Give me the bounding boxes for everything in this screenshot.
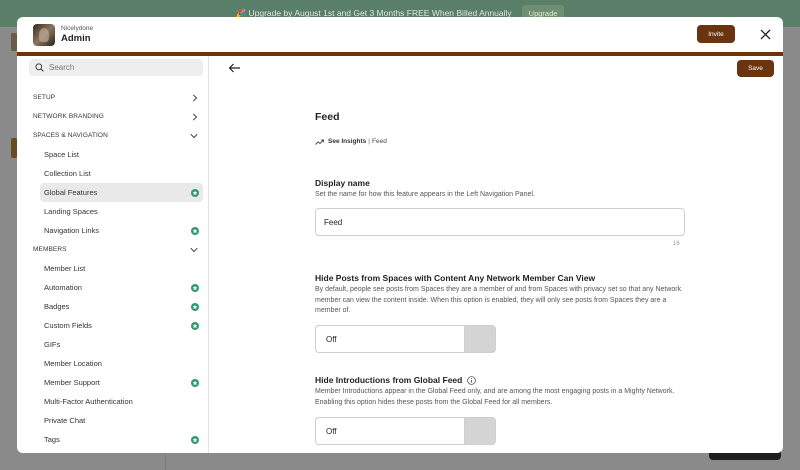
search-icon xyxy=(35,63,44,72)
sidebar-item-member-support[interactable]: Member Support xyxy=(40,373,203,392)
insights-label: See Insights xyxy=(328,138,367,145)
chevron-down-icon xyxy=(190,247,198,252)
chevron-right-icon xyxy=(192,112,198,121)
sidebar-item-label: Global Features xyxy=(44,188,98,197)
back-button[interactable] xyxy=(227,62,241,74)
sidebar-item-label: GIFs xyxy=(44,340,61,349)
hide-posts-toggle[interactable]: Off xyxy=(315,325,496,353)
insights-link[interactable]: See Insights | Feed xyxy=(315,138,387,145)
sidebar-item-label: Member List xyxy=(44,264,86,273)
sidebar-item-global-features[interactable]: Global Features xyxy=(40,183,203,202)
brand: Nicelydone Admin xyxy=(61,25,93,44)
hide-intros-label: Hide Introductions from Global Feed xyxy=(315,375,463,385)
background-divider xyxy=(165,453,166,470)
hide-intros-toggle[interactable]: Off xyxy=(315,417,496,445)
new-badge-icon xyxy=(191,302,199,311)
admin-modal: Nicelydone Admin Invite SETUP NETWORK BRA… xyxy=(17,17,783,453)
sidebar-section-members[interactable]: MEMBERS xyxy=(17,240,208,259)
search-box[interactable] xyxy=(29,59,203,76)
role-label: Admin xyxy=(61,33,91,44)
chevron-down-icon xyxy=(190,133,198,138)
sidebar-item-gifs[interactable]: GIFs xyxy=(40,335,203,354)
arrow-left-icon xyxy=(228,63,240,73)
new-badge-icon xyxy=(191,321,199,330)
info-icon[interactable] xyxy=(467,375,477,385)
hide-intros-help: Member Introductions appear in the Globa… xyxy=(315,388,675,406)
sidebar-item-label: Member Support xyxy=(44,378,100,387)
sidebar-item-label: Navigation Links xyxy=(44,226,100,235)
sidebar-item-member-list[interactable]: Member List xyxy=(40,259,203,278)
hide-posts-toggle-off[interactable]: Off xyxy=(316,326,465,352)
sidebar-section-label: SPACES & NAVIGATION xyxy=(33,132,108,139)
sidebar-section-label: NETWORK BRANDING xyxy=(33,113,104,120)
modal-header: Nicelydone Admin Invite xyxy=(17,17,783,52)
network-name: Nicelydone xyxy=(61,25,94,32)
sidebar-item-label: Collection List xyxy=(44,169,91,178)
chevron-right-icon xyxy=(192,93,198,102)
main-panel: Save Feed See Insights | Feed Display na… xyxy=(210,56,783,453)
display-name-input[interactable] xyxy=(315,208,685,236)
sidebar-item-label: Private Chat xyxy=(44,416,86,425)
sidebar-section-network-branding[interactable]: NETWORK BRANDING xyxy=(17,107,208,126)
sidebar-item-label: Tags xyxy=(44,435,60,444)
sidebar-item-private-chat[interactable]: Private Chat xyxy=(40,411,203,430)
display-name-help: Set the name for how this feature appear… xyxy=(315,191,535,198)
sidebar-item-landing-spaces[interactable]: Landing Spaces xyxy=(40,202,203,221)
sidebar-section-setup[interactable]: SETUP xyxy=(17,88,208,107)
sidebar-item-navigation-links[interactable]: Navigation Links xyxy=(40,221,203,240)
sidebar-item-label: Multi-Factor Authentication xyxy=(44,397,133,406)
display-name-label: Display name xyxy=(315,178,370,188)
hide-intros-label-row: Hide Introductions from Global Feed xyxy=(315,375,477,385)
sidebar-item-label: Landing Spaces xyxy=(44,207,98,216)
settings-sidebar: SETUP NETWORK BRANDING SPACES & NAVIGATION… xyxy=(17,56,209,453)
sidebar-item-multi-factor-authentication[interactable]: Multi-Factor Authentication xyxy=(40,392,203,411)
sidebar-item-label: Custom Fields xyxy=(44,321,92,330)
invite-button[interactable]: Invite xyxy=(697,25,735,43)
sidebar-item-custom-fields[interactable]: Custom Fields xyxy=(40,316,203,335)
network-avatar xyxy=(33,23,55,46)
hide-posts-label: Hide Posts from Spaces with Content Any … xyxy=(315,273,596,283)
sidebar-section-label: SETUP xyxy=(33,94,56,101)
new-badge-icon xyxy=(191,226,199,235)
sidebar-section-spaces-navigation[interactable]: SPACES & NAVIGATION xyxy=(17,126,208,145)
page-title: Feed xyxy=(315,111,340,123)
sidebar-item-tags[interactable]: Tags xyxy=(40,430,203,449)
insights-separator: | xyxy=(368,138,370,145)
hide-intros-toggle-off[interactable]: Off xyxy=(316,418,465,444)
char-count: 16 xyxy=(673,241,680,247)
trend-up-icon xyxy=(315,139,324,145)
sidebar-item-label: Member Location xyxy=(44,359,102,368)
sidebar-item-label: Badges xyxy=(44,302,70,311)
sidebar-item-label: Automation xyxy=(44,283,82,292)
sidebar-item-member-location[interactable]: Member Location xyxy=(40,354,203,373)
close-icon xyxy=(760,29,770,39)
sidebar-item-space-list[interactable]: Space List xyxy=(40,145,203,164)
sidebar-section-label: MEMBERS xyxy=(33,246,67,253)
close-button[interactable] xyxy=(757,26,773,42)
sidebar-item-badges[interactable]: Badges xyxy=(40,297,203,316)
sidebar-item-label: Space List xyxy=(44,150,80,159)
save-button[interactable]: Save xyxy=(737,60,774,77)
search-input[interactable] xyxy=(49,63,189,72)
hide-posts-help: By default, people see posts from Spaces… xyxy=(315,286,682,314)
new-badge-icon xyxy=(191,188,199,197)
sidebar-item-automation[interactable]: Automation xyxy=(40,278,203,297)
sidebar-item-collection-list[interactable]: Collection List xyxy=(40,164,203,183)
new-badge-icon xyxy=(191,378,199,387)
new-badge-icon xyxy=(191,435,199,444)
sidebar-nav: SETUP NETWORK BRANDING SPACES & NAVIGATION… xyxy=(17,88,208,449)
insights-crumb: Feed xyxy=(372,138,387,145)
new-badge-icon xyxy=(191,283,199,292)
